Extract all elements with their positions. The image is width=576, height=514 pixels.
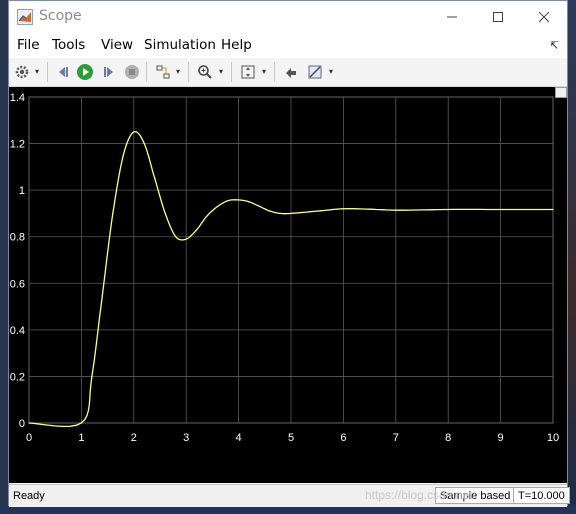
signal-point bbox=[206, 215, 208, 217]
menu-bar: File Tools View Simulation Help ↸ bbox=[9, 32, 567, 59]
undock-arrow-icon[interactable]: ↸ bbox=[550, 39, 559, 52]
step-back-icon[interactable] bbox=[53, 62, 73, 82]
signal-point bbox=[248, 201, 250, 203]
signal-point bbox=[154, 177, 156, 180]
status-bar: Ready Sample based T=10.000 bbox=[9, 484, 570, 507]
signal-point bbox=[290, 212, 292, 215]
maximize-button[interactable] bbox=[475, 1, 521, 32]
minimize-icon bbox=[447, 16, 457, 17]
toolbar-separator bbox=[274, 62, 275, 82]
signal-point bbox=[28, 422, 30, 424]
restore-params-icon[interactable] bbox=[281, 62, 301, 82]
settings-dropdown-icon[interactable]: ▾ bbox=[35, 67, 39, 76]
signal-point bbox=[196, 229, 198, 231]
y-tick-label: 0.2 bbox=[10, 371, 25, 383]
y-tick-label: 0 bbox=[19, 418, 25, 430]
menu-view[interactable]: View bbox=[101, 37, 133, 53]
autoscale-dropdown-icon[interactable]: ▾ bbox=[262, 67, 266, 76]
signal-point bbox=[447, 208, 449, 211]
x-tick-label: 4 bbox=[236, 432, 242, 444]
matlab-app-icon bbox=[17, 9, 33, 25]
x-tick-label: 5 bbox=[288, 432, 294, 444]
menu-help[interactable]: Help bbox=[221, 37, 252, 53]
zoom-dropdown-icon[interactable]: ▾ bbox=[219, 67, 223, 76]
run-icon[interactable] bbox=[75, 62, 95, 82]
x-tick-label: 3 bbox=[183, 432, 189, 444]
signal-point bbox=[279, 212, 282, 215]
scope-chart: 0 1 2 3 4 5 6 7 8 9 10 0 0.2 0.4 0.6 0.8 1 1.2 1.4 bbox=[10, 92, 559, 444]
zoom-icon[interactable] bbox=[195, 62, 215, 82]
y-tick-label: 0.4 bbox=[10, 325, 25, 337]
window-title: Scope bbox=[39, 8, 82, 24]
signal-point bbox=[421, 209, 423, 211]
highlight-dropdown-icon[interactable]: ▾ bbox=[176, 67, 180, 76]
signal-point bbox=[227, 200, 229, 202]
close-icon bbox=[538, 11, 550, 22]
toolbar-separator bbox=[231, 62, 232, 82]
title-bar: Scope bbox=[9, 1, 567, 32]
signal-point bbox=[133, 131, 135, 133]
signal-point bbox=[101, 294, 103, 296]
x-tick-label: 9 bbox=[498, 432, 504, 444]
signal-point bbox=[122, 154, 124, 156]
step-forward-icon[interactable] bbox=[99, 62, 119, 82]
toolbar: ▾ ▾ ▾ ▾ ▾ bbox=[9, 58, 567, 87]
signal-point bbox=[238, 199, 240, 201]
toolbar-separator bbox=[146, 62, 147, 82]
x-tick-label: 0 bbox=[26, 432, 32, 444]
signal-point bbox=[258, 205, 261, 208]
desktop-background-bottom bbox=[0, 506, 576, 514]
autoscale-icon[interactable] bbox=[238, 62, 258, 82]
signal-point bbox=[175, 236, 177, 238]
signal-point bbox=[500, 208, 502, 211]
signal-point bbox=[269, 210, 271, 212]
signal-point bbox=[395, 209, 397, 211]
signal-point bbox=[143, 142, 145, 145]
status-ready-text: Ready bbox=[13, 490, 45, 502]
y-tick-label: 1.2 bbox=[10, 139, 25, 151]
menu-file[interactable]: File bbox=[17, 37, 40, 53]
menu-simulation[interactable]: Simulation bbox=[144, 37, 216, 53]
close-button[interactable] bbox=[521, 1, 567, 32]
restore-view-button[interactable] bbox=[555, 87, 567, 98]
settings-gear-icon[interactable] bbox=[12, 62, 32, 82]
x-tick-label: 2 bbox=[131, 432, 137, 444]
y-tick-label: 0.6 bbox=[10, 278, 25, 290]
x-tick-label: 6 bbox=[340, 432, 346, 444]
y-tick-label: 0.8 bbox=[10, 232, 25, 244]
signal-point bbox=[217, 205, 219, 208]
watermark-text: https://blog.csdn.net/ bbox=[365, 488, 476, 502]
signal-point bbox=[112, 212, 114, 215]
signal-point bbox=[316, 210, 318, 212]
x-tick-label: 10 bbox=[547, 432, 559, 444]
signal-point bbox=[369, 208, 371, 210]
highlight-signal-icon[interactable] bbox=[153, 62, 173, 82]
simulation-time-box: T=10.000 bbox=[513, 487, 570, 504]
signal-point bbox=[552, 208, 554, 211]
signal-point bbox=[80, 422, 82, 424]
minimize-button[interactable] bbox=[429, 1, 475, 32]
signal-point bbox=[164, 212, 166, 215]
x-tick-label: 1 bbox=[78, 432, 84, 444]
scope-plot-area: 0 1 2 3 4 5 6 7 8 9 10 0 0.2 0.4 0.6 0.8 1 1.2 1.4 bbox=[9, 87, 567, 483]
toolbar-separator bbox=[47, 62, 48, 82]
toolbar-separator bbox=[188, 62, 189, 82]
triggers-dropdown-icon[interactable]: ▾ bbox=[329, 67, 333, 76]
menu-tools[interactable]: Tools bbox=[52, 37, 85, 53]
signal-point bbox=[342, 208, 344, 210]
maximize-icon bbox=[493, 11, 503, 22]
triggers-icon[interactable] bbox=[305, 62, 325, 82]
stop-icon[interactable] bbox=[122, 62, 142, 82]
y-tick-label: 1.4 bbox=[10, 92, 25, 104]
x-tick-label: 7 bbox=[393, 432, 399, 444]
scope-window: Scope File Tools View Simulation Help ↸ … bbox=[8, 0, 570, 507]
signal-point bbox=[91, 375, 93, 378]
y-tick-label: 1 bbox=[19, 185, 25, 197]
desktop-background-left bbox=[0, 0, 8, 514]
signal-point bbox=[185, 238, 187, 240]
x-tick-label: 8 bbox=[445, 432, 451, 444]
